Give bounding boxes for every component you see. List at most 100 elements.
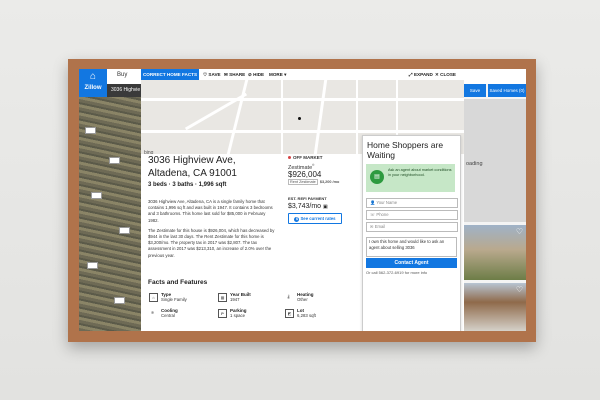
parking-icon: P — [218, 309, 227, 318]
zillow-logo-icon: ⌂ — [89, 71, 97, 82]
home-type-icon: ⌂ — [149, 293, 158, 302]
expand-icon: ⤢ — [409, 72, 413, 77]
dollar-icon: $ — [294, 217, 300, 222]
listing-thumbnail[interactable]: ♡ — [464, 225, 526, 280]
listing-description: 3036 Highview Ave, Altadena, CA is a sin… — [148, 199, 276, 259]
fact-value: 1 space — [230, 313, 246, 318]
address-line-1: 3036 Highview Ave, — [148, 155, 236, 166]
more-button[interactable]: MORE ▾ — [269, 69, 286, 80]
close-button[interactable]: ✕ CLOSE — [435, 69, 456, 80]
fact-value: 6,283 sqft — [297, 313, 316, 318]
status-dot-icon — [288, 156, 291, 159]
mail-icon: ✉ — [370, 224, 374, 229]
map-road — [313, 80, 328, 154]
map-road — [141, 98, 464, 101]
phone-placeholder: Phone — [376, 212, 389, 217]
address-line-2: Altadena, CA 91001 — [148, 168, 237, 179]
listing-thumbnail[interactable]: ♡ — [464, 283, 526, 331]
thermometer-icon: 🌡 — [285, 294, 292, 299]
heart-icon[interactable]: ♡ — [516, 285, 523, 294]
calculator-icon[interactable]: ▣ — [323, 204, 328, 210]
card-title: Home Shoppers are Waiting — [367, 140, 444, 160]
logo-text: Zillow — [84, 85, 102, 91]
zestimate-value: $926,004 — [288, 170, 322, 179]
rent-value: $3,200 /mo — [319, 180, 340, 184]
phone-field[interactable]: ☏ Phone — [366, 210, 458, 220]
see-current-rates-button[interactable]: $ See current rates — [288, 213, 342, 224]
rent-label: Rent Zestimate — [288, 179, 318, 185]
map-pin[interactable] — [114, 297, 125, 304]
refi-value-text: $3,743/mo — [288, 203, 322, 210]
correct-home-facts-button[interactable]: CORRECT HOME FACTS — [141, 69, 199, 80]
chart-icon: ▤ — [370, 170, 384, 184]
heart-icon[interactable]: ♡ — [516, 227, 523, 236]
refi-value: $3,743/mo ▣ — [288, 203, 328, 210]
zillow-logo[interactable]: ⌂ Zillow — [79, 69, 107, 97]
rates-button-label: See current rates — [300, 216, 336, 221]
saved-homes-button[interactable]: Saved Homes (0) — [488, 84, 526, 97]
agent-info-text: Ask an agent about market conditions in … — [388, 168, 452, 177]
snowflake-icon: ❄ — [150, 310, 155, 315]
fact-cooling: Cooling Central — [161, 308, 178, 318]
hide-label: HIDE — [253, 72, 265, 77]
hide-button[interactable]: ⊘ HIDE — [248, 69, 264, 80]
status-label: OFF MARKET — [293, 155, 323, 160]
phone-icon: ☏ — [370, 212, 376, 217]
home-shoppers-card: Home Shoppers are Waiting ▤ Ask an agent… — [362, 135, 461, 331]
share-icon: ✉ — [224, 72, 228, 77]
fact-heating: Heating Other — [297, 292, 314, 302]
hide-icon: ⊘ — [248, 72, 252, 77]
fact-value: Other — [297, 297, 308, 302]
property-marker[interactable] — [298, 117, 301, 120]
fact-value: 1947 — [230, 297, 240, 302]
screen: Buy ⌂ Zillow 3036 Highvie Save Search Sa… — [79, 69, 526, 331]
close-label: CLOSE — [440, 72, 456, 77]
email-field[interactable]: ✉ Email — [366, 222, 458, 232]
save-label: SAVE — [208, 72, 221, 77]
fact-value: Single Family — [161, 297, 187, 302]
fact-year-built: Year Built 1947 — [230, 292, 251, 302]
nav-buy[interactable]: Buy — [117, 72, 127, 78]
map-pin[interactable] — [109, 157, 120, 164]
heart-icon: ♡ — [203, 72, 208, 77]
lot-size-icon: ◩ — [285, 309, 294, 318]
map-road — [281, 80, 283, 154]
map-pin[interactable] — [87, 262, 98, 269]
call-info-text: Or call 562-372-6919 for more info — [366, 270, 428, 275]
chevron-down-icon: ▾ — [284, 72, 287, 77]
description-text: 3036 Highview Ave, Altadena, CA is a sin… — [148, 199, 276, 259]
more-label: MORE — [269, 72, 283, 77]
map-pin[interactable] — [85, 127, 96, 134]
name-placeholder: Your Name — [376, 200, 398, 205]
satellite-map[interactable] — [79, 97, 141, 331]
status-badge: OFF MARKET — [288, 155, 323, 160]
refi-label: EST. REFI PAYMENT — [288, 196, 327, 201]
contact-agent-button[interactable]: Contact Agent — [366, 258, 457, 268]
name-field[interactable]: 👤 Your Name — [366, 198, 458, 208]
expand-button[interactable]: ⤢ EXPAND — [409, 69, 433, 80]
fact-parking: Parking 1 space — [230, 308, 247, 318]
description-paragraph: 3036 Highview Ave, Altadena, CA is a sin… — [148, 199, 273, 223]
fact-lot: Lot 6,283 sqft — [297, 308, 316, 318]
map-pin[interactable] — [91, 192, 102, 199]
fact-type: Type Single Family — [161, 292, 187, 302]
map-road — [226, 80, 249, 154]
rent-zestimate: Rent Zestimate $3,200 /mo — [288, 179, 340, 185]
description-paragraph: The Zestimate for this house is $926,004… — [148, 227, 275, 258]
close-icon: ✕ — [435, 72, 439, 77]
map-pin[interactable] — [119, 227, 130, 234]
calendar-icon: ▦ — [218, 293, 227, 302]
share-label: SHARE — [229, 72, 246, 77]
beds-baths-sqft: 3 beds · 3 baths · 1,996 sqft — [148, 182, 227, 188]
email-placeholder: Email — [374, 224, 386, 229]
message-textarea[interactable]: I own this home and would like to ask an… — [366, 237, 457, 257]
facts-and-features-heading: Facts and Features — [148, 279, 208, 286]
fact-value: Central — [161, 313, 175, 318]
user-icon: 👤 — [370, 200, 376, 205]
share-button[interactable]: ✉ SHARE — [224, 69, 245, 80]
map-road — [356, 80, 358, 154]
agent-info-panel: ▤ Ask an agent about market conditions i… — [366, 164, 455, 192]
save-button[interactable]: ♡ SAVE — [203, 69, 221, 80]
search-address-field[interactable]: 3036 Highvie — [107, 84, 141, 97]
save-search-button[interactable]: Save Search — [464, 84, 486, 106]
